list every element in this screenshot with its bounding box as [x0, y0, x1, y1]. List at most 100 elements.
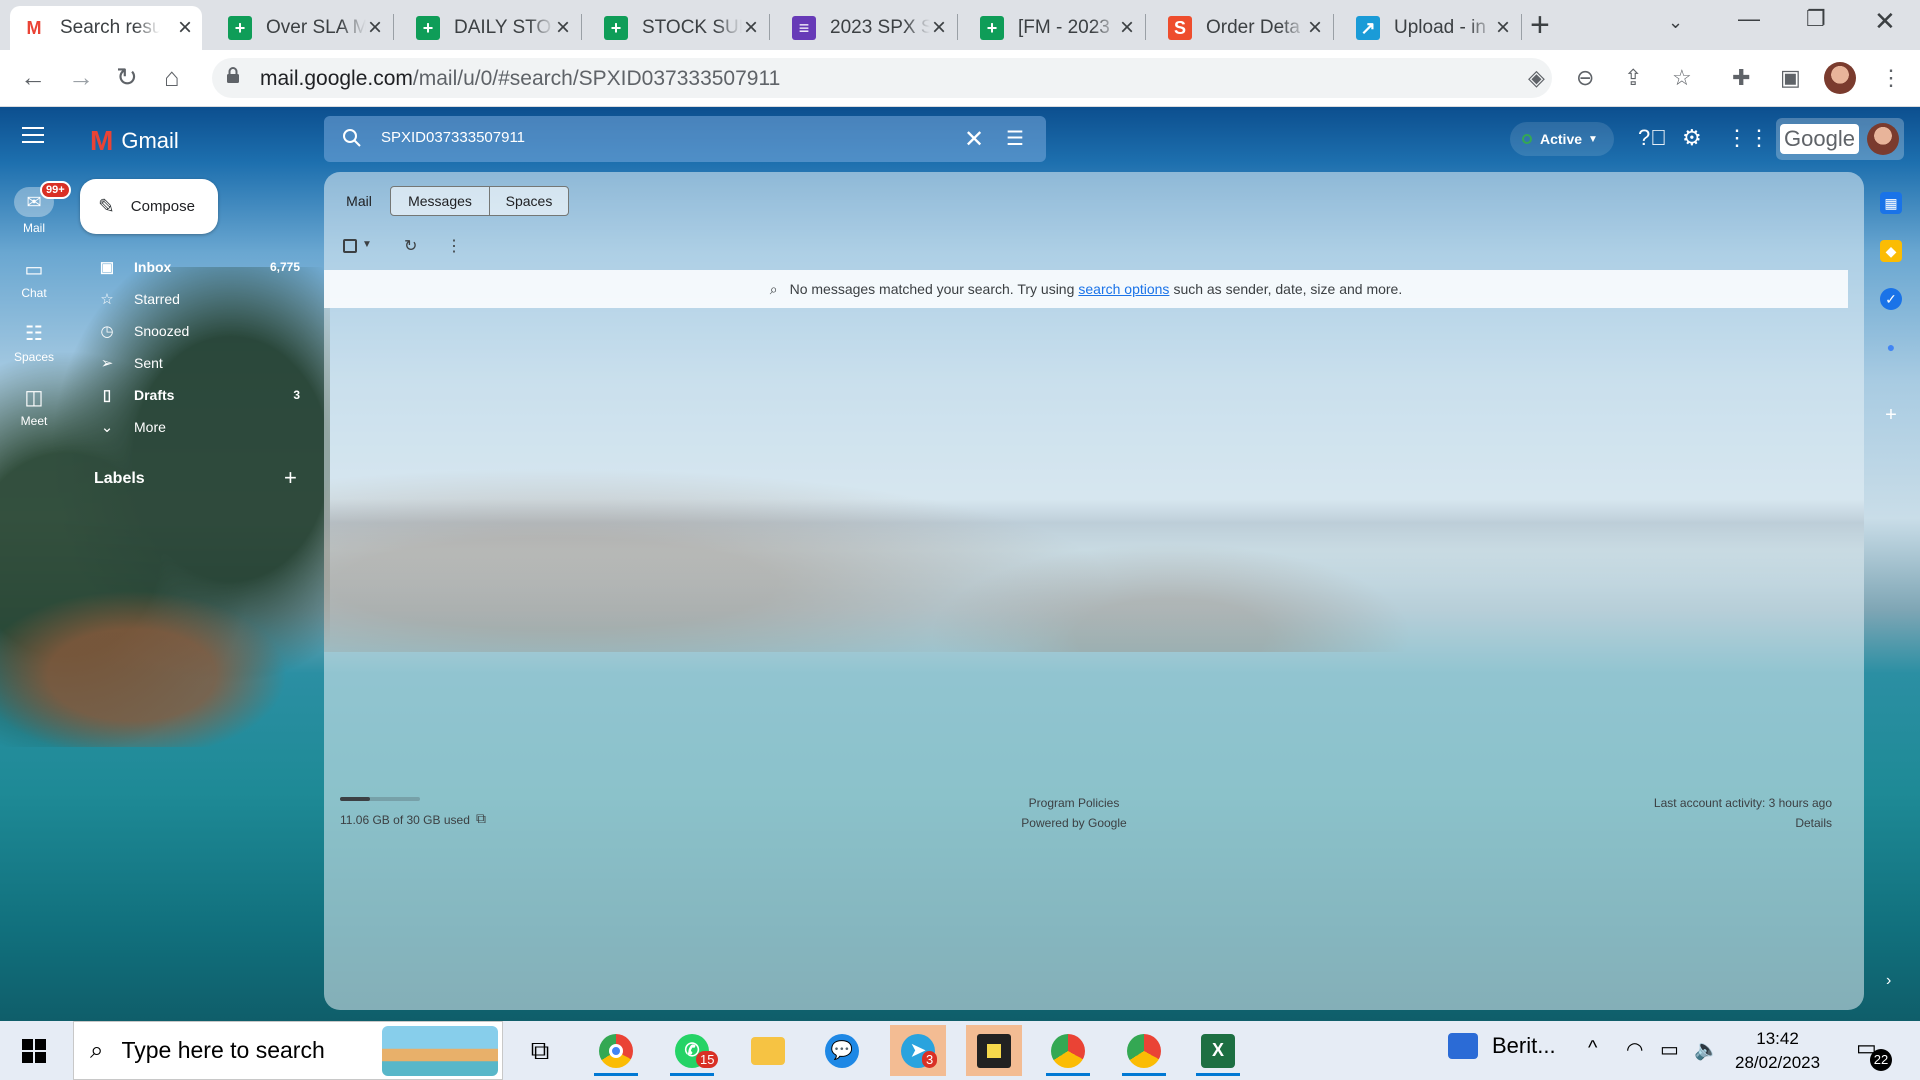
nav-starred[interactable]: ☆ Starred: [68, 284, 308, 314]
close-icon[interactable]: ×: [556, 16, 570, 40]
forward-button[interactable]: →: [68, 62, 94, 92]
file-explorer-icon[interactable]: [740, 1025, 796, 1076]
back-button[interactable]: ←: [20, 62, 46, 92]
taskbar-search-placeholder[interactable]: Type here to search: [121, 1037, 324, 1064]
expand-side-panel-icon[interactable]: ›: [1886, 972, 1891, 990]
tab-title: Search resu: [60, 17, 160, 38]
contacts-icon[interactable]: ●: [1880, 336, 1902, 358]
address-bar[interactable]: mail.google.com/mail/u/0/#search/SPXID03…: [212, 58, 1552, 98]
notifications-icon[interactable]: ▭ 22: [1856, 1035, 1892, 1071]
close-icon[interactable]: ×: [1496, 16, 1510, 40]
tab-search-results[interactable]: M Search resu ×: [10, 6, 202, 50]
tab-stock-sup[interactable]: + STOCK SUP ×: [592, 6, 768, 50]
tab-over-sla[interactable]: + Over SLA M ×: [216, 6, 392, 50]
search-input[interactable]: SPXID037333507911: [381, 129, 525, 146]
sticky-notes-icon[interactable]: [966, 1025, 1022, 1076]
calendar-icon[interactable]: ▦: [1880, 192, 1902, 214]
rail-mail[interactable]: ✉ 99+ Mail: [0, 181, 71, 235]
search-options-icon[interactable]: ☰: [1006, 126, 1024, 151]
volume-icon[interactable]: 🔈: [1694, 1037, 1719, 1062]
rail-chat[interactable]: ▭ Chat: [0, 257, 68, 300]
windows-start-icon[interactable]: [22, 1039, 46, 1063]
browser-menu-icon[interactable]: ⋮: [1880, 66, 1902, 90]
chrome-profile-taskbar-icon[interactable]: [1040, 1025, 1096, 1076]
close-icon[interactable]: ×: [932, 16, 946, 40]
zoom-out-icon[interactable]: ⊖: [1576, 66, 1594, 90]
nav-snoozed[interactable]: ◷ Snoozed: [68, 316, 308, 346]
profile-avatar[interactable]: [1824, 62, 1856, 99]
messenger-taskbar-icon[interactable]: 💬: [814, 1025, 870, 1076]
home-button[interactable]: ⌂: [164, 62, 180, 92]
tab-mail[interactable]: Mail: [336, 186, 382, 216]
battery-icon[interactable]: ▭: [1660, 1037, 1679, 1062]
close-icon[interactable]: ×: [744, 16, 758, 40]
gmail-logo[interactable]: M Gmail: [90, 125, 179, 157]
minimize-button[interactable]: —: [1738, 6, 1760, 32]
nav-sent[interactable]: ➢ Sent: [68, 348, 308, 378]
telegram-taskbar-icon[interactable]: ➤ 3: [890, 1025, 946, 1076]
add-addon-icon[interactable]: +: [1880, 404, 1902, 426]
taskbar-search[interactable]: ⌕ Type here to search: [73, 1021, 503, 1080]
search-bar[interactable]: SPXID037333507911 ✕ ☰: [324, 116, 1046, 162]
footer-links: Program Policies Powered by Google: [964, 793, 1184, 833]
extensions-icon[interactable]: ✚: [1732, 66, 1750, 90]
program-policies-link[interactable]: Program Policies: [964, 793, 1184, 813]
side-panel-icon[interactable]: ▣: [1780, 66, 1801, 90]
help-icon[interactable]: ?⃝: [1638, 125, 1667, 151]
tab-spaces[interactable]: Spaces: [489, 186, 569, 216]
rail-meet[interactable]: ◫ Meet: [0, 385, 68, 428]
new-tab-button[interactable]: +: [1530, 8, 1550, 42]
excel-taskbar-icon[interactable]: X: [1190, 1025, 1246, 1076]
tab-2023-spx[interactable]: ≡ 2023 SPX S ×: [780, 6, 956, 50]
clear-search-icon[interactable]: ✕: [964, 125, 984, 154]
lens-icon[interactable]: ◈: [1528, 66, 1545, 90]
tab-search-chevron-icon[interactable]: ⌄: [1668, 12, 1683, 33]
nav-more[interactable]: ⌄ More: [68, 412, 308, 442]
window-close-button[interactable]: ✕: [1874, 6, 1896, 37]
storage-text: 11.06 GB of 30 GB used: [340, 813, 470, 827]
main-menu-button[interactable]: [22, 127, 44, 148]
apps-grid-icon[interactable]: ⋮⋮: [1726, 125, 1770, 151]
keep-icon[interactable]: ◆: [1880, 240, 1902, 262]
tab-title: Over SLA M: [266, 17, 366, 38]
open-storage-icon[interactable]: ⧉: [476, 810, 486, 827]
settings-gear-icon[interactable]: ⚙: [1682, 125, 1702, 151]
tab-daily-stock[interactable]: + DAILY STO ×: [404, 6, 580, 50]
refresh-icon[interactable]: ↻: [404, 236, 417, 256]
more-options-icon[interactable]: ⋮: [446, 236, 462, 256]
whatsapp-taskbar-icon[interactable]: ✆ 15: [664, 1025, 720, 1076]
tray-chevron-up-icon[interactable]: ^: [1588, 1037, 1597, 1060]
news-widget[interactable]: Berit...: [1448, 1033, 1556, 1059]
status-dropdown[interactable]: Active ▼: [1510, 122, 1614, 156]
tab-fm-2023[interactable]: + [FM - 2023 ×: [968, 6, 1144, 50]
select-all-checkbox[interactable]: [343, 239, 357, 253]
add-label-button[interactable]: +: [284, 465, 297, 491]
taskbar-clock[interactable]: 13:42 28/02/2023: [1735, 1027, 1820, 1075]
compose-button[interactable]: ✎ Compose: [80, 179, 218, 234]
select-caret-icon[interactable]: ▼: [362, 239, 372, 250]
close-icon[interactable]: ×: [1308, 16, 1322, 40]
tab-upload[interactable]: ↗ Upload - in ×: [1344, 6, 1520, 50]
details-link[interactable]: Details: [1654, 813, 1832, 833]
search-icon[interactable]: [342, 128, 362, 148]
close-icon[interactable]: ×: [1120, 16, 1134, 40]
rail-spaces[interactable]: ☷ Spaces: [0, 321, 68, 364]
restore-button[interactable]: ❐: [1806, 6, 1826, 32]
chrome-taskbar-icon[interactable]: [588, 1025, 644, 1076]
wifi-icon[interactable]: ◠: [1626, 1037, 1643, 1062]
share-icon[interactable]: ⇪: [1624, 66, 1642, 90]
close-icon[interactable]: ×: [178, 16, 192, 40]
tab-order-details[interactable]: S Order Deta ×: [1156, 6, 1332, 50]
close-icon[interactable]: ×: [368, 16, 382, 40]
reload-button[interactable]: ↻: [116, 62, 138, 92]
nav-inbox[interactable]: ▣ Inbox 6,775: [68, 252, 308, 282]
chrome-profile2-taskbar-icon[interactable]: [1116, 1025, 1172, 1076]
search-options-link[interactable]: search options: [1078, 281, 1169, 297]
tab-title: [FM - 2023: [1018, 17, 1110, 38]
google-account-button[interactable]: Google: [1776, 118, 1904, 160]
tasks-icon[interactable]: ✓: [1880, 288, 1902, 310]
task-view-icon[interactable]: ⧉: [512, 1025, 568, 1076]
bookmark-star-icon[interactable]: ☆: [1672, 66, 1692, 90]
tab-messages[interactable]: Messages: [390, 186, 490, 216]
nav-drafts[interactable]: ▯ Drafts 3: [68, 380, 308, 410]
